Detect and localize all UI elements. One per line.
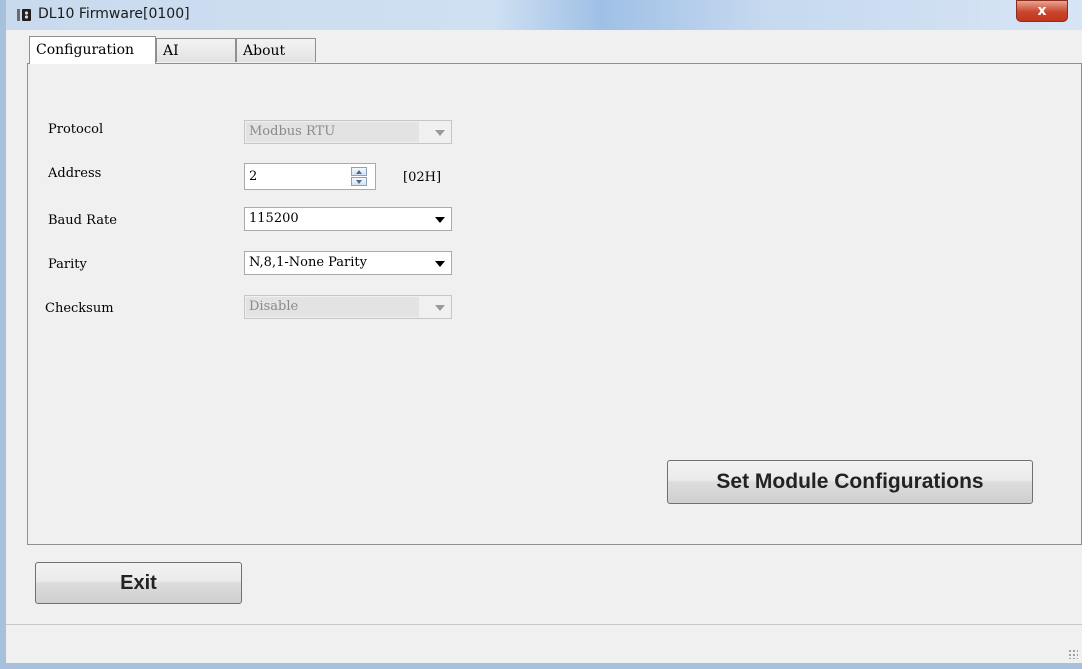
tab-ai-label: AI [163, 43, 179, 59]
tab-about[interactable]: About [236, 38, 316, 62]
tab-configuration[interactable]: Configuration [29, 36, 156, 64]
close-button[interactable]: x [1016, 0, 1068, 22]
chevron-down-icon [435, 130, 445, 136]
arrow-down-icon [356, 179, 362, 184]
parity-select[interactable]: N,8,1-None Parity [244, 251, 452, 275]
title-bar[interactable]: DL10 Firmware[0100] x [6, 0, 1088, 30]
tab-ai[interactable]: AI [156, 38, 236, 62]
tab-about-label: About [243, 43, 286, 59]
close-icon: x [1037, 3, 1047, 19]
address-value: 2 [249, 169, 258, 184]
protocol-label: Protocol [48, 122, 104, 137]
checksum-select[interactable]: Disable [244, 295, 452, 319]
tab-configuration-label: Configuration [36, 42, 135, 58]
window-frame-bottom [0, 663, 1088, 669]
address-label: Address [48, 166, 102, 181]
protocol-select[interactable]: Modbus RTU [244, 120, 452, 144]
spin-down-button[interactable] [351, 177, 367, 186]
exit-button[interactable]: Exit [35, 562, 242, 604]
protocol-value: Modbus RTU [249, 124, 336, 139]
status-bar [6, 624, 1082, 663]
address-hex: [02H] [403, 170, 442, 185]
parity-label: Parity [48, 257, 87, 272]
set-button-label: Set Module Configurations [716, 470, 984, 493]
set-module-configurations-button[interactable]: Set Module Configurations [667, 460, 1033, 504]
app-icon [17, 9, 31, 21]
checksum-value: Disable [249, 299, 299, 314]
chevron-down-icon [435, 305, 445, 311]
window-frame-right [1082, 0, 1088, 669]
address-stepper[interactable]: 2 [244, 163, 376, 190]
spin-up-button[interactable] [351, 167, 367, 176]
exit-button-label: Exit [120, 571, 157, 594]
baud-rate-value: 115200 [249, 211, 299, 226]
baud-rate-label: Baud Rate [48, 213, 117, 228]
baud-rate-select[interactable]: 115200 [244, 207, 452, 231]
chevron-down-icon [435, 261, 445, 267]
checksum-label: Checksum [45, 301, 114, 316]
resize-grip-icon[interactable] [1068, 649, 1078, 659]
parity-value: N,8,1-None Parity [249, 255, 367, 270]
arrow-up-icon [356, 169, 362, 174]
window-title: DL10 Firmware[0100] [38, 6, 190, 22]
chevron-down-icon [435, 217, 445, 223]
